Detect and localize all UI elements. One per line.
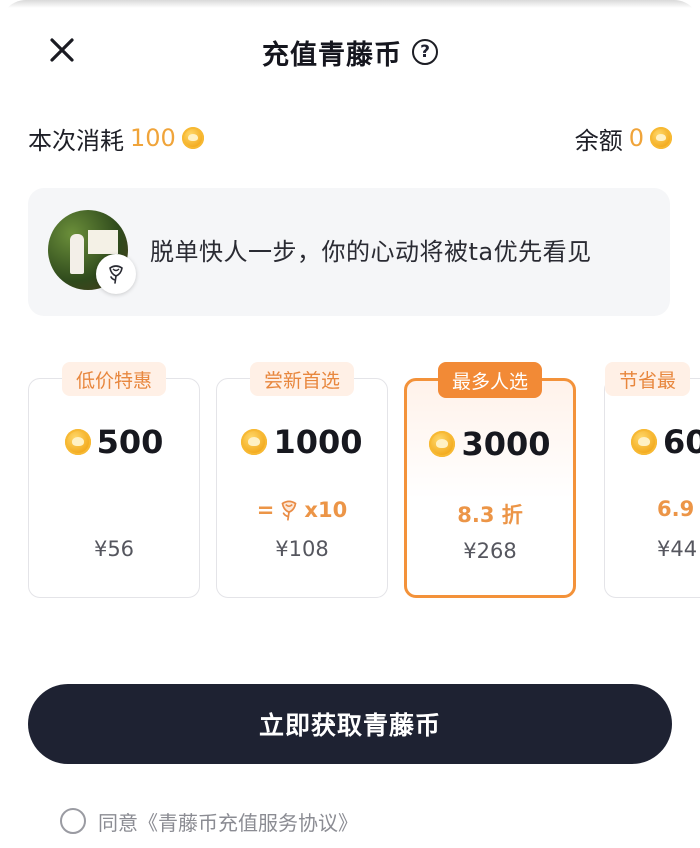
perk-multiplier: x10: [304, 498, 348, 522]
recharge-sheet: 充值青藤币 ? 本次消耗 100 余额 0 脱单快人一步，你的心动将被ta优先看…: [0, 0, 700, 848]
rose-badge: [96, 254, 136, 294]
package-price: ¥44: [657, 537, 698, 561]
package-amount: 500: [29, 423, 199, 461]
promo-banner: 脱单快人一步，你的心动将被ta优先看见: [28, 188, 670, 316]
package-price: ¥56: [93, 537, 135, 561]
header: 充值青藤币 ?: [0, 30, 700, 74]
coin-icon: [181, 127, 204, 149]
package-tag: 尝新首选: [249, 362, 355, 396]
package-card-1000[interactable]: 尝新首选 1000 = x10 ¥108: [216, 362, 388, 598]
package-tag: 低价特惠: [61, 362, 167, 396]
package-amount: 1000: [217, 423, 387, 461]
coin-icon: [650, 127, 672, 149]
package-discount: 6.9: [657, 497, 695, 521]
cost-value: 100: [130, 124, 176, 152]
coin-icon: [241, 429, 268, 455]
cost-info: 本次消耗 100: [28, 121, 204, 156]
coin-icon: [64, 429, 91, 455]
agreement-checkbox[interactable]: [60, 808, 86, 834]
cost-balance-row: 本次消耗 100 余额 0: [28, 118, 672, 158]
agreement-link[interactable]: 同意《青藤币充值服务协议》: [98, 807, 358, 836]
package-amount: 3000: [407, 425, 573, 463]
rose-icon: [281, 500, 297, 521]
package-list: 低价特惠 500 ¥56 尝新首选 1000 = x10 ¥108 最多人选 3…: [0, 358, 700, 608]
package-amount: 60: [605, 423, 700, 461]
package-price: ¥268: [463, 539, 517, 563]
agreement-row: 同意《青藤币充值服务协议》: [60, 804, 358, 838]
balance-label: 余额: [574, 126, 623, 155]
avatar-sign: [88, 230, 118, 254]
package-amount-value: 60: [663, 423, 700, 461]
package-card-500[interactable]: 低价特惠 500 ¥56: [28, 362, 200, 598]
package-discount: 8.3 折: [457, 503, 523, 527]
coin-icon: [429, 431, 456, 457]
package-card-partial[interactable]: 节省最 60 6.9 ¥44: [604, 362, 700, 598]
package-perk: = x10: [217, 497, 387, 523]
package-amount-value: 3000: [461, 425, 551, 463]
rose-icon: [109, 265, 123, 284]
get-coins-button[interactable]: 立即获取青藤币: [28, 684, 672, 764]
help-icon[interactable]: ?: [412, 39, 438, 65]
package-tag: 节省最: [605, 362, 691, 396]
balance-info: 余额 0: [575, 121, 672, 156]
page-title: 充值青藤币: [262, 39, 402, 71]
avatar-person: [70, 234, 84, 274]
cost-label: 本次消耗: [28, 126, 124, 155]
package-amount-value: 500: [96, 423, 164, 461]
package-amount-value: 1000: [273, 423, 363, 461]
balance-value: 0: [628, 124, 644, 152]
sheet-top-edge: [0, 0, 700, 8]
banner-text: 脱单快人一步，你的心动将被ta优先看见: [150, 238, 592, 266]
package-tag: 最多人选: [437, 362, 543, 398]
package-price: ¥108: [275, 537, 329, 561]
package-card-3000[interactable]: 最多人选 3000 8.3 折 ¥268: [404, 362, 576, 598]
coin-icon: [631, 429, 657, 455]
perk-equals: =: [256, 498, 275, 522]
